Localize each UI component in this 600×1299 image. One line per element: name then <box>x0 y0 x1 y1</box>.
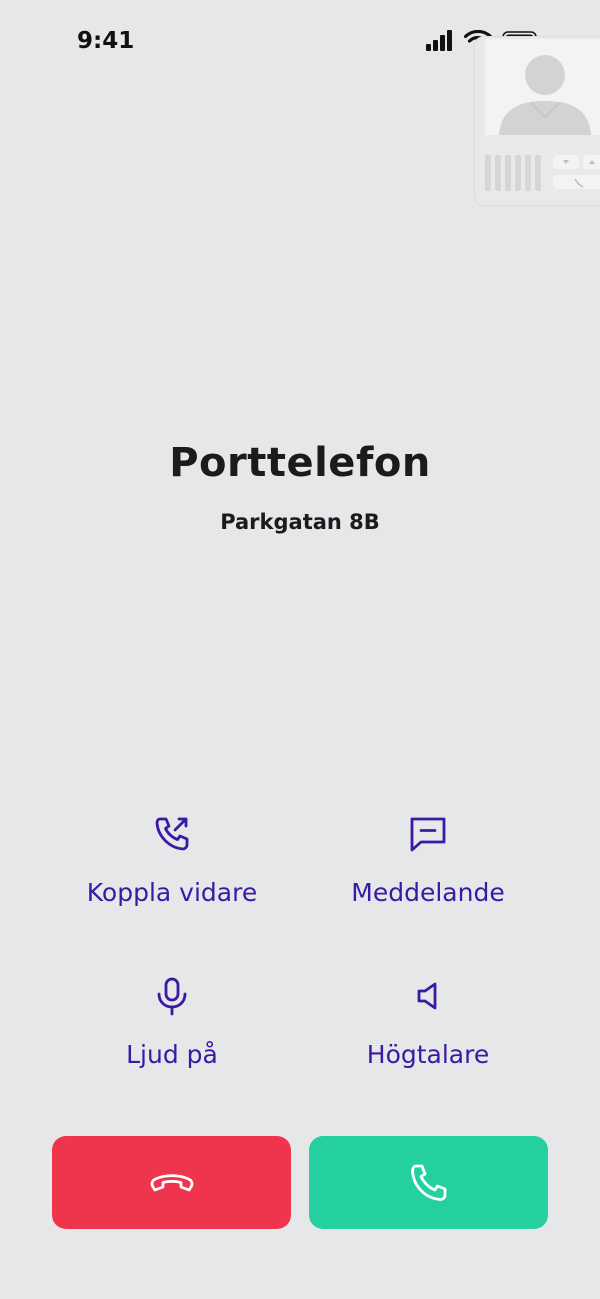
signal-icon <box>426 30 452 51</box>
speaker-label: Högtalare <box>366 1040 490 1069</box>
camera-preview[interactable] <box>474 36 600 206</box>
caller-name: Porttelefon <box>169 440 431 486</box>
message-icon <box>410 817 446 852</box>
caller-info: Porttelefon Parkgatan 8B <box>0 440 600 534</box>
hang-up-icon <box>150 1173 193 1191</box>
mute-label: Ljud på <box>126 1040 218 1069</box>
decline-call-button[interactable] <box>52 1136 291 1229</box>
phone-icon <box>410 1164 446 1201</box>
message-label: Meddelande <box>351 878 505 907</box>
status-time: 9:41 <box>77 28 135 54</box>
accept-call-button[interactable] <box>309 1136 548 1229</box>
microphone-icon <box>157 977 187 1016</box>
transfer-call-button[interactable]: Koppla vidare <box>32 814 312 907</box>
message-button[interactable]: Meddelande <box>288 814 568 907</box>
speaker-button[interactable]: Högtalare <box>288 976 568 1069</box>
speaker-icon <box>417 982 437 1010</box>
transfer-call-label: Koppla vidare <box>86 878 258 907</box>
intercom-camera-icon <box>485 39 600 191</box>
call-forward-icon <box>155 817 189 851</box>
caller-address: Parkgatan 8B <box>220 510 380 534</box>
mute-button[interactable]: Ljud på <box>32 976 312 1069</box>
